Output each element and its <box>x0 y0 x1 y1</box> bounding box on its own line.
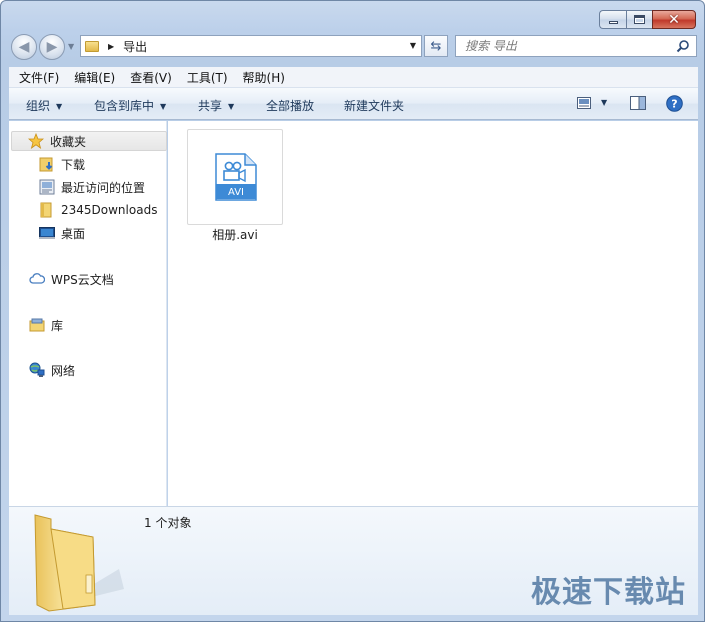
caption-buttons: ✕ <box>599 10 696 29</box>
arrow-left-icon: ◀ <box>18 39 30 55</box>
sidebar-item-label: 网络 <box>51 363 76 378</box>
sidebar-item-desktop[interactable]: 桌面 <box>39 223 85 243</box>
library-icon <box>29 318 45 332</box>
sidebar-item-recent-places[interactable]: 最近访问的位置 <box>39 177 145 197</box>
organize-button[interactable]: 组织 ▼ <box>26 97 62 114</box>
file-name[interactable]: 相册.avi <box>187 226 283 243</box>
chevron-down-icon: ▼ <box>228 102 235 111</box>
view-options-dropdown-icon[interactable]: ▼ <box>601 98 607 107</box>
chevron-down-icon: ▼ <box>56 102 63 111</box>
command-bar: 组织 ▼ 包含到库中 ▼ 共享 ▼ 全部播放 新建文件夹 ▼ ? <box>9 88 698 120</box>
folder-icon <box>85 40 99 52</box>
close-button[interactable]: ✕ <box>652 10 696 29</box>
play-all-button[interactable]: 全部播放 <box>266 97 314 114</box>
share-label: 共享 <box>198 99 223 113</box>
menu-tools[interactable]: 工具(T) <box>177 69 233 86</box>
arrow-right-icon: ▶ <box>46 39 58 55</box>
details-pane: 1 个对象 极速下载站 <box>9 506 698 615</box>
help-icon[interactable]: ? <box>666 95 683 112</box>
address-dropdown-icon[interactable]: ▼ <box>410 41 416 50</box>
folder-icon <box>40 202 52 218</box>
change-view-icon[interactable] <box>577 97 591 109</box>
desktop-icon <box>39 227 55 239</box>
address-bar[interactable]: ▶ 导出 ▼ <box>80 35 422 57</box>
search-box[interactable] <box>455 35 697 57</box>
recent-places-icon <box>39 179 55 195</box>
download-folder-icon <box>39 157 53 172</box>
sidebar-item-label: WPS云文档 <box>51 272 114 287</box>
file-item[interactable]: AVI <box>187 129 283 225</box>
preview-pane-icon[interactable] <box>630 96 646 110</box>
back-button[interactable]: ◀ <box>11 34 37 60</box>
share-button[interactable]: 共享 ▼ <box>198 97 234 114</box>
sidebar-item-favorites[interactable]: 收藏夹 <box>11 131 167 151</box>
large-folder-icon <box>34 514 124 612</box>
forward-button[interactable]: ▶ <box>39 34 65 60</box>
sidebar-item-libraries[interactable]: 库 <box>29 315 63 335</box>
navigation-pane: 收藏夹 下载 最近访问的位置 2345Downloads 桌面 WPS云文档 库… <box>9 121 167 506</box>
sidebar-item-2345downloads[interactable]: 2345Downloads <box>39 200 157 220</box>
maximize-icon <box>634 15 645 24</box>
maximize-button[interactable] <box>626 10 652 29</box>
item-count: 1 个对象 <box>144 516 192 530</box>
minimize-icon <box>608 21 618 24</box>
refresh-button[interactable]: ⇆ <box>424 35 448 57</box>
menu-view[interactable]: 查看(V) <box>120 69 177 86</box>
sidebar-item-label: 最近访问的位置 <box>61 180 146 195</box>
breadcrumb-separator-icon[interactable]: ▶ <box>108 42 114 51</box>
menu-help[interactable]: 帮助(H) <box>233 69 290 86</box>
minimize-button[interactable] <box>599 10 626 29</box>
explorer-window: ✕ ◀ ▶ ▼ ▶ 导出 ▼ ⇆ 文件(F) 编辑(E) 查看(V) 工具(T)… <box>0 0 705 622</box>
include-in-library-button[interactable]: 包含到库中 ▼ <box>94 97 166 114</box>
refresh-icon: ⇆ <box>430 38 442 54</box>
sidebar-item-label: 收藏夹 <box>50 134 87 149</box>
svg-text:?: ? <box>671 98 677 111</box>
menu-file[interactable]: 文件(F) <box>9 69 64 86</box>
sidebar-item-label: 下载 <box>61 157 86 172</box>
star-icon <box>28 133 44 149</box>
network-icon <box>29 362 45 377</box>
breadcrumb-current[interactable]: 导出 <box>123 38 147 55</box>
file-type-badge: AVI <box>228 187 244 198</box>
search-input[interactable] <box>465 37 665 55</box>
include-in-library-label: 包含到库中 <box>94 99 155 113</box>
file-list: AVI 相册.avi <box>168 121 698 506</box>
menu-edit[interactable]: 编辑(E) <box>64 69 120 86</box>
close-icon: ✕ <box>668 11 680 28</box>
cloud-icon <box>29 273 45 284</box>
search-icon[interactable] <box>676 39 690 53</box>
sidebar-item-label: 2345Downloads <box>61 203 158 217</box>
chevron-down-icon: ▼ <box>160 102 167 111</box>
watermark-text: 极速下载站 <box>531 575 686 610</box>
menu-bar: 文件(F) 编辑(E) 查看(V) 工具(T) 帮助(H) <box>9 67 698 88</box>
sidebar-item-label: 库 <box>51 318 64 333</box>
sidebar-item-wps-cloud[interactable]: WPS云文档 <box>29 269 114 289</box>
sidebar-item-network[interactable]: 网络 <box>29 360 75 380</box>
new-folder-button[interactable]: 新建文件夹 <box>344 97 404 114</box>
recent-pages-dropdown-icon[interactable]: ▼ <box>68 42 74 51</box>
sidebar-item-downloads[interactable]: 下载 <box>39 154 85 174</box>
organize-label: 组织 <box>26 99 51 113</box>
sidebar-item-label: 桌面 <box>61 226 86 241</box>
